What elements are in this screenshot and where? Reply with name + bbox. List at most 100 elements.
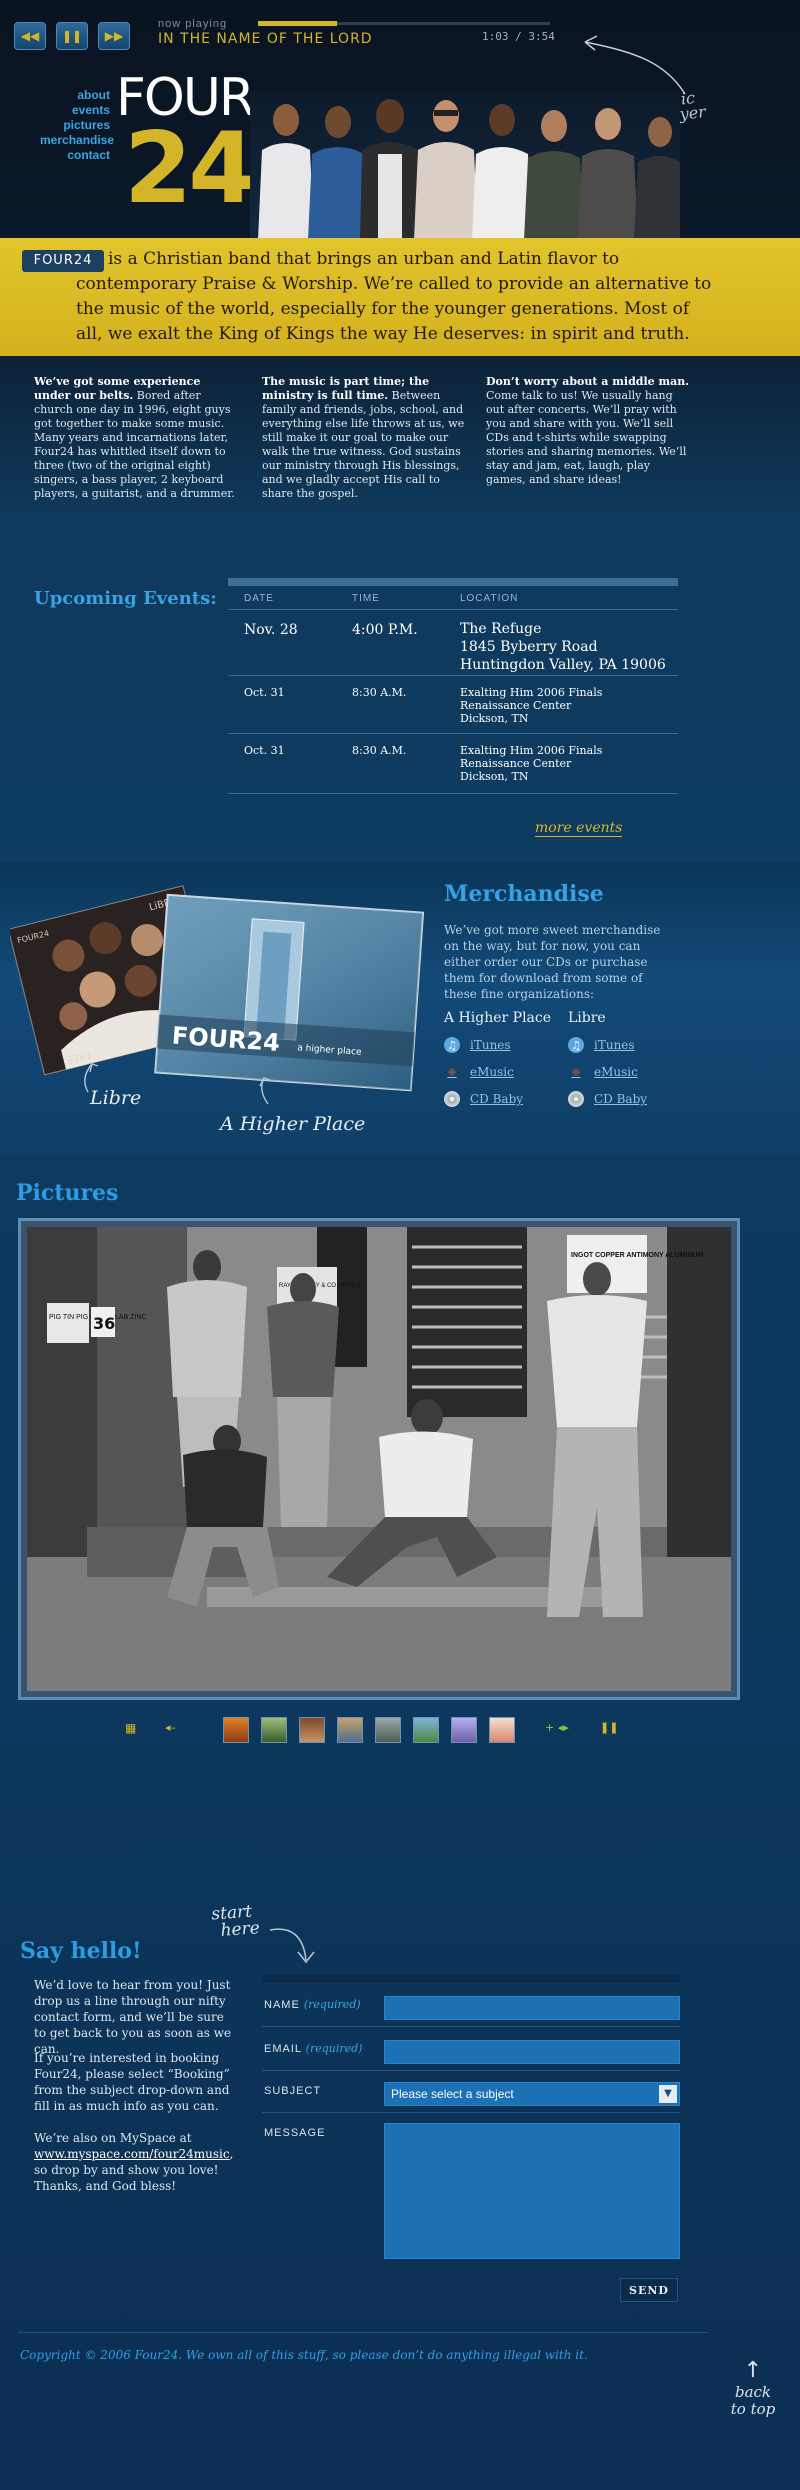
event-row: Nov. 28 4:00 P.M. The Refuge 1845 Byberry…: [228, 610, 678, 676]
album-libre-links: ♫ iTunes ⁜ eMusic CD Baby: [568, 1036, 647, 1108]
pause-button[interactable]: ❚❚: [56, 22, 88, 50]
track-time: 1:03 / 3:54: [482, 30, 555, 43]
intro-text: is a Christian band that brings an urban…: [76, 249, 712, 344]
events-topbar: [228, 578, 678, 586]
event-time: 8:30 A.M.: [352, 686, 407, 699]
message-row: MESSAGE: [262, 2113, 680, 2303]
contact-intro: We’d love to hear from you! Just drop us…: [34, 1978, 232, 2056]
nav-pictures[interactable]: pictures: [40, 118, 110, 133]
thumbnail[interactable]: [223, 1717, 249, 1743]
thumbnail[interactable]: [337, 1717, 363, 1743]
event-date: Nov. 28: [244, 622, 298, 638]
event-location: Exalting Him 2006 Finals Renaissance Cent…: [460, 744, 603, 783]
col-time: TIME: [352, 593, 380, 604]
progress-fill: [258, 21, 337, 26]
subject-select[interactable]: Please select a subject ▼: [384, 2082, 680, 2106]
photo-sign-36: 36: [93, 1314, 115, 1333]
events-table: DATE TIME LOCATION Nov. 28 4:00 P.M. The…: [228, 578, 678, 794]
event-location: The Refuge 1845 Byberry Road Huntingdon Va…: [460, 621, 666, 673]
contact-myspace-info: We’re also on MySpace at www.myspace.com…: [34, 2131, 234, 2193]
libre-label: Libre: [89, 1087, 141, 1109]
event-date: Oct. 31: [244, 744, 285, 757]
name-row: NAME (required): [262, 1983, 680, 2027]
nav-events[interactable]: events: [40, 103, 110, 118]
album-higher-place-links: ♫ iTunes ⁜ eMusic CD Baby: [444, 1036, 523, 1108]
itunes-icon: ♫: [444, 1037, 460, 1053]
about-column-2: The music is part time; the ministry is …: [262, 375, 465, 500]
main-nav: about events pictures merchandise contac…: [40, 88, 114, 163]
album-libre-heading: Libre: [568, 1010, 606, 1026]
band-photo-large: PIG TIN PIG LEAD SLAB ZINC 36 RAY BENTLE…: [27, 1227, 731, 1691]
itunes-icon: ♫: [568, 1037, 584, 1053]
name-field[interactable]: [384, 1996, 680, 2020]
email-field[interactable]: [384, 2040, 680, 2064]
email-label: EMAIL (required): [264, 2042, 363, 2055]
about-column-1: We’ve got some experience under our belt…: [34, 375, 235, 500]
next-icon[interactable]: + ◂▸: [545, 1721, 569, 1734]
thumbnail[interactable]: [451, 1717, 477, 1743]
thumbnail[interactable]: [299, 1717, 325, 1743]
higher-place-label: A Higher Place: [218, 1113, 365, 1135]
album-higher-place-heading: A Higher Place: [444, 1010, 552, 1026]
more-events-link[interactable]: more events: [535, 820, 623, 837]
event-date: Oct. 31: [244, 686, 285, 699]
chevron-down-icon[interactable]: ▼: [659, 2085, 677, 2103]
fast-forward-button[interactable]: ▶▶: [98, 22, 130, 50]
col-location: LOCATION: [460, 593, 519, 604]
about-column-3: Don’t worry about a middle man. Come tal…: [486, 375, 690, 486]
send-button[interactable]: SEND: [620, 2278, 678, 2302]
photo-viewer: PIG TIN PIG LEAD SLAB ZINC 36 RAY BENTLE…: [18, 1218, 740, 1700]
grid-icon[interactable]: ▦: [125, 1721, 136, 1735]
arrow-up-icon: ↑: [743, 2358, 763, 2383]
event-location: Exalting Him 2006 Finals Renaissance Cent…: [460, 686, 603, 725]
thumbnail[interactable]: [375, 1717, 401, 1743]
pictures-heading: Pictures: [16, 1180, 119, 1206]
thumbnail[interactable]: [413, 1717, 439, 1743]
libre-itunes-link[interactable]: ♫ iTunes: [568, 1036, 647, 1054]
subject-row: SUBJECT Please select a subject ▼: [262, 2071, 680, 2113]
pause-icon: ❚❚: [61, 29, 83, 43]
email-row: EMAIL (required): [262, 2027, 680, 2071]
name-label: NAME (required): [264, 1998, 361, 2011]
thumbnail[interactable]: [489, 1717, 515, 1743]
event-time: 8:30 A.M.: [352, 744, 407, 757]
nav-merchandise[interactable]: merchandise: [40, 133, 114, 148]
higher-place-cdbaby-link[interactable]: CD Baby: [444, 1090, 523, 1108]
rewind-icon: ◀◀: [20, 29, 40, 43]
rewind-button[interactable]: ◀◀: [14, 22, 46, 50]
event-row: Oct. 31 8:30 A.M. Exalting Him 2006 Fina…: [228, 734, 678, 794]
footer-divider: [18, 2332, 708, 2333]
logo-24: 24: [124, 112, 256, 226]
contact-booking-info: If you’re interested in booking Four24, …: [34, 2051, 230, 2113]
libre-emusic-link[interactable]: ⁜ eMusic: [568, 1063, 647, 1081]
previous-icon[interactable]: ◂–: [165, 1721, 176, 1734]
photo-thumbnails: ▦ ◂– + ◂▸ ❚❚: [125, 1715, 645, 1745]
emusic-icon: ⁜: [571, 1065, 581, 1079]
nav-about[interactable]: about: [40, 88, 110, 103]
subject-label: SUBJECT: [264, 2085, 322, 2097]
merch-title: Merchandise: [444, 881, 604, 907]
back-to-top-link[interactable]: ↑ back to top: [728, 2358, 778, 2418]
thumbnail[interactable]: [261, 1717, 287, 1743]
myspace-link[interactable]: www.myspace.com/four24music: [34, 2147, 230, 2161]
nav-contact[interactable]: contact: [40, 148, 110, 163]
event-row: Oct. 31 8:30 A.M. Exalting Him 2006 Fina…: [228, 676, 678, 734]
now-playing-label: now playing: [158, 18, 228, 30]
cd-baby-icon: [444, 1091, 460, 1107]
merch-description: We’ve got more sweet merchandise on the …: [444, 923, 661, 1001]
track-title: IN THE NAME OF THE LORD: [158, 31, 373, 47]
higher-place-itunes-link[interactable]: ♫ iTunes: [444, 1036, 523, 1054]
col-date: DATE: [244, 593, 274, 604]
band-photo: [250, 92, 680, 240]
message-label: MESSAGE: [264, 2127, 326, 2139]
message-field[interactable]: [384, 2123, 680, 2259]
contact-form: NAME (required) EMAIL (required) SUBJECT…: [262, 1975, 680, 2303]
emusic-icon: ⁜: [447, 1065, 457, 1079]
cd-artwork: LiBRE FOUR24 FREE FOUR24 a higher place …: [10, 885, 425, 1135]
fast-forward-icon: ▶▶: [104, 29, 124, 43]
libre-cdbaby-link[interactable]: CD Baby: [568, 1090, 647, 1108]
pause-icon[interactable]: ❚❚: [600, 1721, 618, 1734]
higher-place-emusic-link[interactable]: ⁜ eMusic: [444, 1063, 523, 1081]
events-heading: Upcoming Events:: [34, 588, 217, 609]
copyright: Copyright © 2006 Four24. We own all of t…: [20, 2348, 588, 2362]
